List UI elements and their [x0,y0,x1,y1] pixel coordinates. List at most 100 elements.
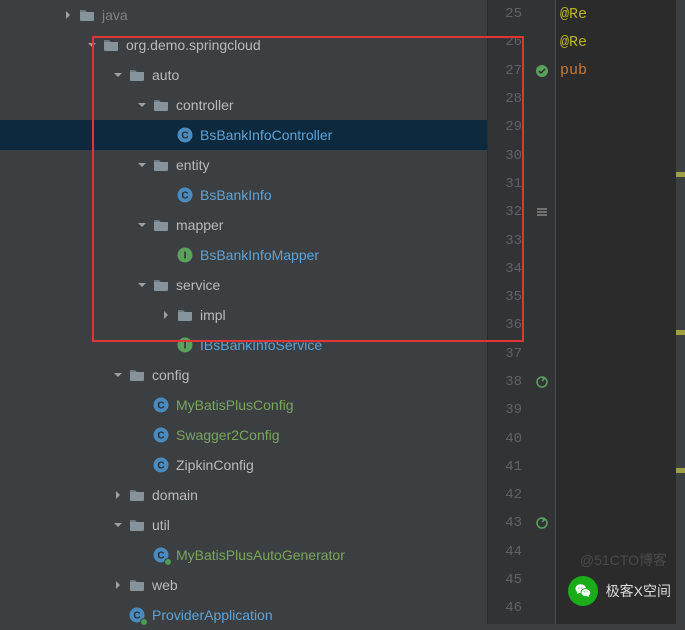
gutter-slot[interactable] [528,311,555,339]
line-number[interactable]: 28 [488,85,528,113]
chevron-down-icon[interactable] [86,39,98,51]
code-line[interactable] [556,255,685,283]
line-number[interactable]: 40 [488,424,528,452]
tree-row[interactable]: CBsBankInfoController [0,120,487,150]
tree-row[interactable]: domain [0,480,487,510]
tree-row[interactable]: mapper [0,210,487,240]
line-number[interactable]: 26 [488,28,528,56]
line-number[interactable]: 36 [488,311,528,339]
line-number[interactable]: 35 [488,283,528,311]
line-number[interactable]: 37 [488,340,528,368]
gutter-slot[interactable] [528,226,555,254]
gutter-slot[interactable] [528,453,555,481]
line-number[interactable]: 46 [488,594,528,622]
gutter-expand-icon[interactable] [528,198,555,226]
code-line[interactable] [556,283,685,311]
tree-row[interactable]: controller [0,90,487,120]
gutter-slot[interactable] [528,340,555,368]
gutter-slot[interactable] [528,481,555,509]
tree-row[interactable]: CZipkinConfig [0,450,487,480]
line-number[interactable]: 44 [488,538,528,566]
gutter-slot[interactable] [528,141,555,169]
line-number[interactable]: 41 [488,453,528,481]
gutter-slot[interactable] [528,255,555,283]
tree-row[interactable]: IIBsBankInfoService [0,330,487,360]
code-line[interactable] [556,170,685,198]
gutter-slot[interactable] [528,0,555,28]
chevron-down-icon[interactable] [112,69,124,81]
line-number[interactable]: 27 [488,57,528,85]
code-line[interactable] [556,509,685,537]
chevron-down-icon[interactable] [136,219,148,231]
code-line[interactable] [556,396,685,424]
tree-row[interactable]: org.demo.springcloud [0,30,487,60]
tree-row[interactable]: IBsBankInfoMapper [0,240,487,270]
chevron-right-icon[interactable] [112,579,124,591]
line-number[interactable]: 33 [488,226,528,254]
tree-row[interactable]: service [0,270,487,300]
tree-row[interactable]: CMyBatisPlusAutoGenerator [0,540,487,570]
chevron-right-icon[interactable] [62,9,74,21]
code-line[interactable] [556,368,685,396]
line-number[interactable]: 42 [488,481,528,509]
line-number[interactable]: 43 [488,509,528,537]
line-number[interactable]: 32 [488,198,528,226]
code-line[interactable]: @Re [556,28,685,56]
tree-row[interactable]: CBsBankInfo [0,180,487,210]
gutter-slot[interactable] [528,28,555,56]
line-number[interactable]: 31 [488,170,528,198]
tree-row[interactable]: CMyBatisPlusConfig [0,390,487,420]
line-number[interactable]: 29 [488,113,528,141]
tree-row[interactable]: config [0,360,487,390]
gutter-slot[interactable] [528,538,555,566]
gutter-slot[interactable] [528,170,555,198]
chevron-right-icon[interactable] [112,489,124,501]
tree-row[interactable]: CProviderApplication [0,600,487,630]
chevron-down-icon[interactable] [136,279,148,291]
gutter-slot[interactable] [528,113,555,141]
line-number[interactable]: 38 [488,368,528,396]
code-editor-sliver[interactable]: @Re@Repub [556,0,685,624]
editor-scrollbar-track[interactable] [676,0,685,624]
line-number[interactable]: 30 [488,141,528,169]
gutter-slot[interactable] [528,85,555,113]
gutter-slot[interactable] [528,396,555,424]
chevron-down-icon[interactable] [112,369,124,381]
code-line[interactable]: pub [556,57,685,85]
gutter-bean-icon[interactable] [528,57,555,85]
gutter-slot[interactable] [528,283,555,311]
gutter-recycle-icon[interactable] [528,368,555,396]
svg-text:C: C [157,461,164,472]
chevron-right-icon[interactable] [160,309,172,321]
tree-row[interactable]: web [0,570,487,600]
code-line[interactable] [556,113,685,141]
chevron-down-icon[interactable] [112,519,124,531]
line-number[interactable]: 34 [488,255,528,283]
code-line[interactable]: @Re [556,0,685,28]
code-line[interactable] [556,424,685,452]
line-number[interactable]: 25 [488,0,528,28]
code-line[interactable] [556,453,685,481]
scroll-marker [676,330,685,335]
tree-row[interactable]: java [0,0,487,30]
tree-row[interactable]: util [0,510,487,540]
tree-row[interactable]: impl [0,300,487,330]
line-number[interactable]: 45 [488,566,528,594]
gutter-slot[interactable] [528,566,555,594]
code-line[interactable] [556,226,685,254]
line-number[interactable]: 39 [488,396,528,424]
gutter-recycle-icon[interactable] [528,509,555,537]
code-line[interactable] [556,141,685,169]
code-line[interactable] [556,340,685,368]
tree-row[interactable]: CSwagger2Config [0,420,487,450]
tree-row[interactable]: auto [0,60,487,90]
chevron-down-icon[interactable] [136,159,148,171]
tree-row[interactable]: entity [0,150,487,180]
gutter-slot[interactable] [528,594,555,622]
code-line[interactable] [556,198,685,226]
chevron-down-icon[interactable] [136,99,148,111]
code-line[interactable] [556,311,685,339]
gutter-slot[interactable] [528,424,555,452]
code-line[interactable] [556,85,685,113]
code-line[interactable] [556,481,685,509]
